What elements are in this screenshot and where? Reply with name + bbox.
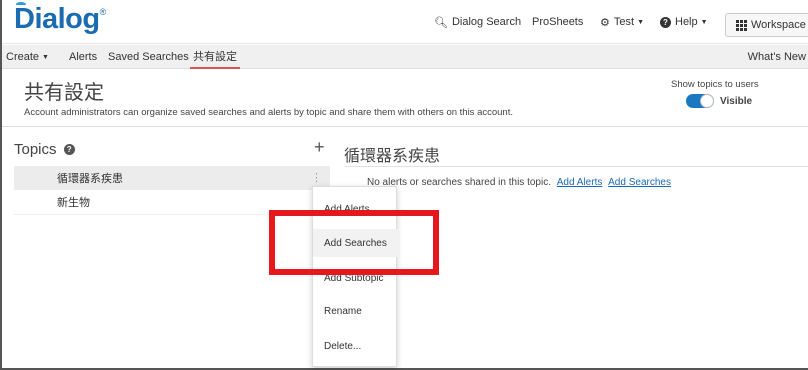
workspace-label: Workspace [751,19,806,31]
question-circle-icon: ? [660,16,671,28]
shared-settings-label: 共有設定 [193,51,237,63]
add-topic-button[interactable]: + [314,137,325,158]
shared-settings-tab[interactable]: 共有設定 [190,45,240,69]
logo-text: Dialog [14,3,100,35]
saved-searches-label: Saved Searches [108,51,189,63]
show-topics-label: Show topics to users [671,79,759,90]
dialog-logo[interactable]: Dialog® [14,2,107,36]
topics-heading: Topics ? [14,141,75,158]
topic-item-label: 新生物 [57,197,90,209]
search-icon: 🔍︎ [434,16,448,29]
menu-item-label: Delete... [324,340,362,352]
topic-detail-title: 循環器系疾患 [344,148,441,165]
caret-down-icon: ▼ [700,18,708,26]
dialog-search-label: Dialog Search [451,16,522,28]
user-menu[interactable]: ⚙ Test ▼ [600,0,644,44]
menu-item-rename[interactable]: Rename [313,297,398,325]
create-menu-label: Create [6,51,40,63]
topic-item-label: 循環器系疾患 [57,173,123,185]
help-menu[interactable]: ? Help ▼ [660,0,708,44]
caret-down-icon: ▼ [42,53,49,61]
alerts-label: Alerts [69,51,98,63]
workspace-button[interactable]: Workspace ▼ [725,13,808,37]
top-navbar: Dialog® 🔍︎ Dialog Search ProSheets ⚙ Tes… [2,0,808,44]
caret-down-icon: ▼ [637,18,644,26]
topic-item[interactable]: 循環器系疾患 ⋮ [14,166,330,190]
saved-searches-link[interactable]: Saved Searches [108,45,189,69]
secondary-navbar: Create ▼ Alerts Saved Searches 共有設定 What… [2,45,808,69]
whats-new-link[interactable]: What's New [748,45,806,69]
prosheets-link[interactable]: ProSheets [532,0,583,44]
grid-icon [736,19,747,31]
logo-hat-icon [16,2,26,7]
header-divider [2,126,808,127]
info-icon[interactable]: ? [63,143,75,155]
dialog-search-link[interactable]: 🔍︎ Dialog Search [434,0,521,44]
whats-new-label: What's New [747,51,806,63]
page-description: Account administrators can organize save… [24,107,513,118]
red-highlight-box [269,210,439,275]
menu-item-label: Rename [324,305,362,317]
detail-divider [345,166,808,167]
kebab-menu-icon[interactable]: ⋮ [311,171,322,184]
toggle-knob [700,94,714,108]
menu-item-delete[interactable]: Delete... [313,332,398,360]
add-alerts-link[interactable]: Add Alerts [557,177,603,188]
create-menu[interactable]: Create ▼ [6,45,49,69]
visibility-label: Visible [720,96,753,107]
help-menu-label: Help [675,16,698,28]
add-searches-link[interactable]: Add Searches [608,177,671,188]
registered-mark: ® [99,7,107,17]
empty-topic-message: No alerts or searches shared in this top… [367,177,671,188]
user-menu-label: Test [613,16,635,28]
alerts-link[interactable]: Alerts [69,45,97,69]
gear-icon: ⚙ [600,16,610,29]
prosheets-label: ProSheets [532,16,584,28]
page-title: 共有設定 [24,82,104,104]
visibility-toggle[interactable] [686,94,714,108]
topics-heading-label: Topics [14,141,57,158]
